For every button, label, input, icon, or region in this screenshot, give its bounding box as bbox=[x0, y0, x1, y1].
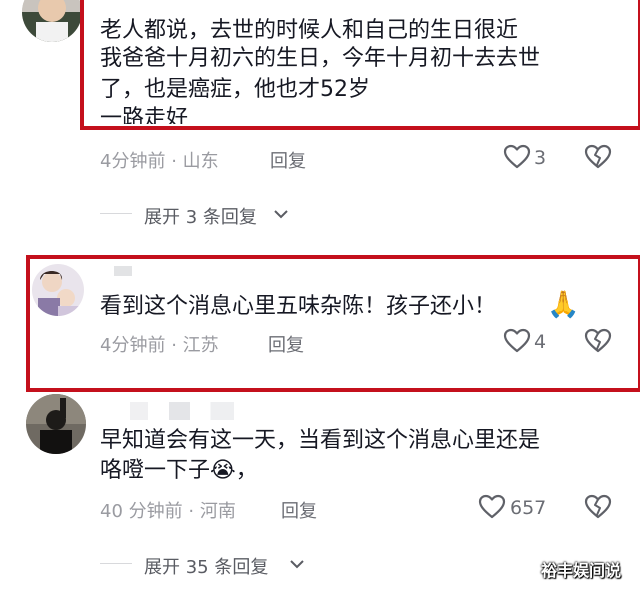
comment-text-line: 我爸爸十月初六的生日，今年十月初十去去世 bbox=[100, 46, 541, 71]
expand-divider bbox=[100, 563, 132, 564]
comment-text-line: 咯噔一下子😭， bbox=[100, 458, 258, 484]
comment-text-line-2: 咯噔一下子 bbox=[100, 458, 211, 483]
heart-outline-icon[interactable] bbox=[503, 328, 531, 354]
comment-meta: 4分钟前 · 山东 bbox=[100, 147, 219, 173]
expand-replies-label: 展开 3 条回复 bbox=[144, 207, 257, 228]
comment-location: 山东 bbox=[182, 151, 219, 172]
reply-button[interactable]: 回复 bbox=[268, 331, 304, 357]
meta-separator: · bbox=[188, 501, 195, 522]
heart-outline-icon[interactable] bbox=[503, 144, 531, 170]
expand-replies-label: 展开 35 条回复 bbox=[144, 557, 269, 578]
comment-location: 江苏 bbox=[182, 335, 219, 356]
comment-meta: 4分钟前 · 江苏 bbox=[100, 331, 219, 357]
like-count: 3 bbox=[534, 147, 547, 169]
meta-separator: · bbox=[171, 335, 177, 356]
comment-text-comma: ， bbox=[235, 458, 258, 483]
chevron-down-icon[interactable] bbox=[288, 557, 306, 571]
pray-emoji: 🙏 bbox=[547, 290, 580, 320]
avatar[interactable] bbox=[22, 0, 82, 42]
meta-separator: · bbox=[171, 151, 177, 172]
expand-replies-button[interactable]: 展开 35 条回复 bbox=[144, 553, 268, 579]
chevron-down-icon[interactable] bbox=[272, 207, 290, 221]
reply-button[interactable]: 回复 bbox=[281, 497, 317, 523]
username-blurred bbox=[130, 402, 260, 420]
like-count: 4 bbox=[534, 331, 547, 353]
broken-heart-icon[interactable] bbox=[584, 144, 612, 170]
broken-heart-icon[interactable] bbox=[584, 494, 612, 520]
expand-divider bbox=[100, 213, 132, 214]
watermark: 裕丰娱间说 bbox=[541, 561, 622, 580]
like-count: 657 bbox=[510, 497, 547, 519]
comment-text-line: 老人都说，去世的时候人和自己的生日很近 bbox=[100, 18, 519, 43]
comment-location: 河南 bbox=[199, 501, 236, 522]
expand-replies-button[interactable]: 展开 3 条回复 bbox=[144, 203, 257, 229]
comment-time: 4分钟前 bbox=[100, 335, 166, 356]
comment-meta: 40 分钟前 · 河南 bbox=[100, 497, 236, 523]
heart-outline-icon[interactable] bbox=[478, 494, 506, 520]
comment-text-line: 了，也是癌症，他也才52岁 bbox=[100, 77, 370, 102]
comment-time: 4分钟前 bbox=[100, 151, 166, 172]
avatar[interactable] bbox=[32, 264, 84, 316]
broken-heart-icon[interactable] bbox=[584, 328, 612, 354]
reply-button[interactable]: 回复 bbox=[270, 147, 306, 173]
comment-text-line: 早知道会有这一天，当看到这个消息心里还是 bbox=[100, 428, 541, 453]
crying-emoji: 😭 bbox=[210, 458, 236, 483]
comment-time: 40 分钟前 bbox=[100, 501, 183, 522]
comment-text: 看到这个消息心里五味杂陈！孩子还小！ bbox=[100, 294, 497, 319]
username-blurred bbox=[114, 266, 132, 276]
avatar[interactable] bbox=[26, 394, 86, 454]
